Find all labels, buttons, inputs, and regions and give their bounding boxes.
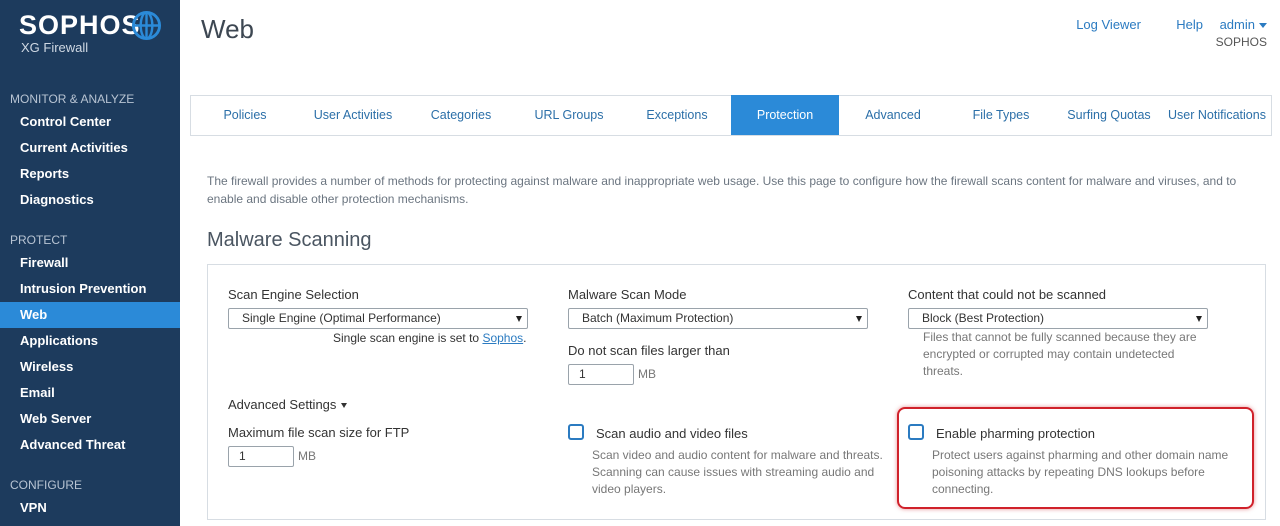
advanced-settings-toggle[interactable]: Advanced Settings — [228, 397, 348, 412]
tab-user-activities[interactable]: User Activities — [299, 96, 407, 135]
globe-icon — [131, 10, 162, 41]
max-size-unit: MB — [638, 367, 656, 381]
unscannable-help: Files that cannot be fully scanned becau… — [923, 330, 1197, 378]
brand-name: SOPHOS — [19, 10, 141, 40]
tab-url-groups[interactable]: URL Groups — [515, 96, 623, 135]
scan-engine-value: Single Engine (Optimal Performance) — [242, 311, 441, 325]
max-size-input[interactable]: 1 — [568, 364, 634, 385]
scan-audio-video-checkbox[interactable] — [568, 424, 584, 440]
tab-user-notifications[interactable]: User Notifications — [1163, 96, 1271, 135]
sidebar: SOPHOS XG Firewall MONITOR & ANALYZE Con… — [0, 0, 180, 526]
dropdown-arrow-icon — [516, 316, 522, 322]
section-title: Malware Scanning — [207, 229, 372, 251]
chevron-down-icon — [1259, 23, 1267, 29]
note-suffix: . — [523, 331, 527, 345]
admin-menu[interactable]: admin — [1220, 17, 1267, 32]
highlight-box — [897, 407, 1254, 509]
scan-engine-label: Scan Engine Selection — [228, 287, 359, 302]
tab-policies[interactable]: Policies — [191, 96, 299, 135]
scan-audio-video-label: Scan audio and video files — [596, 426, 748, 441]
sidebar-item-current-activities[interactable]: Current Activities — [0, 135, 180, 161]
sidebar-item-email[interactable]: Email — [0, 380, 180, 406]
dropdown-arrow-icon — [1196, 316, 1202, 322]
scan-mode-select[interactable]: Batch (Maximum Protection) — [568, 308, 868, 329]
ftp-size-label: Maximum file scan size for FTP — [228, 425, 410, 440]
ftp-size-input[interactable]: 1 — [228, 446, 294, 467]
tab-surfing-quotas[interactable]: Surfing Quotas — [1055, 96, 1163, 135]
tab-file-types[interactable]: File Types — [947, 96, 1055, 135]
scan-engine-select[interactable]: Single Engine (Optimal Performance) — [228, 308, 528, 329]
tab-bar: Policies User Activities Categories URL … — [190, 95, 1272, 136]
caret-down-icon — [341, 403, 348, 409]
scan-engine-note-text: Single scan engine is set to — [333, 331, 483, 345]
unscannable-select[interactable]: Block (Best Protection) — [908, 308, 1208, 329]
sidebar-item-web[interactable]: Web — [0, 302, 180, 328]
help-link[interactable]: Help — [1176, 17, 1203, 32]
sidebar-item-applications[interactable]: Applications — [0, 328, 180, 354]
ftp-size-unit: MB — [298, 449, 316, 463]
sidebar-item-intrusion-prevention[interactable]: Intrusion Prevention — [0, 276, 180, 302]
nav-section-protect: PROTECT — [10, 233, 68, 247]
unscannable-label: Content that could not be scanned — [908, 287, 1107, 302]
dropdown-arrow-icon — [856, 316, 862, 322]
admin-label: admin — [1219, 17, 1255, 32]
scan-mode-value: Batch (Maximum Protection) — [582, 311, 734, 325]
sidebar-item-reports[interactable]: Reports — [0, 161, 180, 187]
brand-product: XG Firewall — [21, 40, 89, 55]
tab-advanced[interactable]: Advanced — [839, 96, 947, 135]
scan-audio-video-help: Scan video and audio content for malware… — [592, 448, 883, 496]
tab-protection[interactable]: Protection — [731, 95, 839, 135]
log-viewer-link[interactable]: Log Viewer — [1076, 17, 1141, 32]
sidebar-item-wireless[interactable]: Wireless — [0, 354, 180, 380]
unscannable-value: Block (Best Protection) — [922, 311, 1045, 325]
sidebar-item-vpn[interactable]: VPN — [0, 495, 180, 521]
sidebar-item-firewall[interactable]: Firewall — [0, 250, 180, 276]
nav-section-configure: CONFIGURE — [10, 478, 82, 492]
advanced-settings-label: Advanced Settings — [228, 397, 337, 412]
page-title: Web — [201, 14, 254, 44]
sidebar-item-control-center[interactable]: Control Center — [0, 109, 180, 135]
org-name: SOPHOS — [1215, 35, 1267, 49]
sidebar-item-web-server[interactable]: Web Server — [0, 406, 180, 432]
scan-engine-note: Single scan engine is set to Sophos. — [333, 330, 526, 347]
scan-mode-label: Malware Scan Mode — [568, 287, 687, 302]
nav-section-monitor: MONITOR & ANALYZE — [10, 92, 135, 106]
tab-categories[interactable]: Categories — [407, 96, 515, 135]
max-size-label: Do not scan files larger than — [568, 343, 730, 358]
sidebar-item-advanced-threat[interactable]: Advanced Threat — [0, 432, 180, 458]
brand-logo[interactable]: SOPHOS XG Firewall — [19, 10, 141, 55]
sophos-link[interactable]: Sophos — [482, 331, 523, 345]
sidebar-item-diagnostics[interactable]: Diagnostics — [0, 187, 180, 213]
tab-exceptions[interactable]: Exceptions — [623, 96, 731, 135]
page-description: The firewall provides a number of method… — [207, 174, 1237, 206]
